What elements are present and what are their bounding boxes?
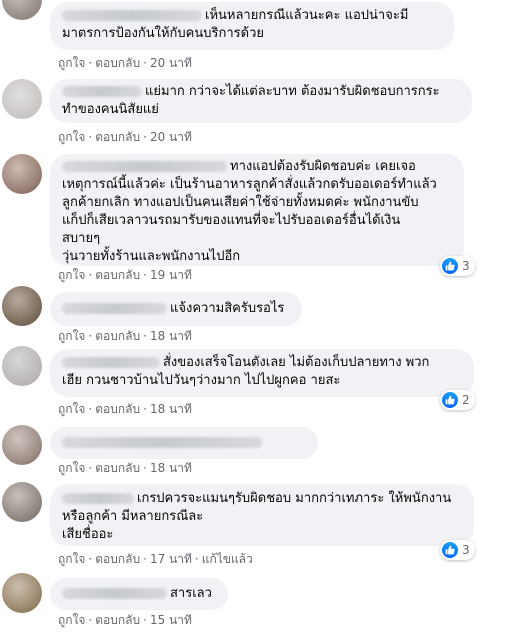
reply-button[interactable]: ตอบกลับ	[95, 461, 140, 475]
comment-text: เห็นหลายกรณีแล้วนะคะ แอปน่าจะมี	[205, 8, 409, 23]
comment-actions: ถูกใจ · ตอบกลับ · 15 นาที	[58, 613, 192, 627]
reply-button[interactable]: ตอบกลับ	[95, 329, 140, 343]
avatar[interactable]	[2, 425, 42, 465]
comment-time[interactable]: 18 นาที	[150, 402, 192, 416]
comment-time[interactable]: 20 นาที	[150, 130, 192, 144]
reply-button[interactable]: ตอบกลับ	[95, 268, 140, 282]
comment-text: วุ่นวายทั้งร้านและพนักงานไปอีก	[62, 249, 241, 264]
like-button[interactable]: ถูกใจ	[58, 130, 85, 144]
reply-button[interactable]: ตอบกลับ	[95, 552, 140, 566]
avatar[interactable]	[2, 482, 42, 522]
comment-text: แย่มาก กว่าจะได้แต่ละบาท ต้องมารับผิดชอบ…	[145, 84, 440, 99]
comment-text: มาตรการป้องกันให้กับคนบริการด้วย	[62, 26, 264, 41]
comment-time[interactable]: 18 นาที	[150, 329, 192, 343]
commenter-name[interactable]	[62, 588, 167, 599]
avatar[interactable]	[2, 286, 42, 326]
comment-actions: ถูกใจ · ตอบกลับ · 18 นาที	[58, 329, 192, 343]
avatar[interactable]	[2, 79, 42, 119]
avatar[interactable]	[2, 573, 42, 613]
comment-bubble: เกรปควรจะแมนๆรับผิดชอบ มากกว่าเทภาระ ให้…	[50, 484, 474, 546]
like-button[interactable]: ถูกใจ	[58, 268, 85, 282]
comment-text: เฮีย กวนชาวบ้านไปวันๆว่างมาก ไปไปผูกคอ า…	[62, 373, 341, 388]
comment-bubble: ทางแอปต้องรับผิดชอบค่ะ เคยเจอ เหตุการณ์น…	[50, 154, 464, 266]
comment-bubble: สั่งของเสร็จโอนตังเลย ไม่ต้องเก็บปลายทาง…	[50, 349, 474, 397]
comment-actions: ถูกใจ · ตอบกลับ · 18 นาที	[58, 461, 192, 475]
like-button[interactable]: ถูกใจ	[58, 402, 85, 416]
reply-button[interactable]: ตอบกลับ	[95, 613, 140, 627]
avatar[interactable]	[2, 0, 42, 20]
comment-text: แก็ปก็เสียเวลาวนรถมารับของแทนที่จะไปรับอ…	[62, 213, 401, 228]
reply-button[interactable]: ตอบกลับ	[95, 56, 140, 70]
reaction-number: 3	[462, 259, 470, 273]
reaction-count[interactable]: 3	[440, 540, 475, 560]
comment-text: เหตุการณ์นี้แล้วค่ะ เป็นร้านอาหารลูกค้าส…	[62, 177, 437, 192]
comment-actions: ถูกใจ · ตอบกลับ · 18 นาที	[58, 402, 192, 416]
like-button[interactable]: ถูกใจ	[58, 461, 85, 475]
like-button[interactable]: ถูกใจ	[58, 56, 85, 70]
like-button[interactable]: ถูกใจ	[58, 552, 85, 566]
reaction-count[interactable]: 2	[440, 390, 475, 410]
commenter-name[interactable]	[62, 437, 262, 448]
comment-text: ลูกค้ายกเลิก ทางแอปเป็นคนเสียค่าใช้จ่ายท…	[62, 195, 419, 210]
comment-bubble: แจ้งความสิครับรอไร	[50, 292, 302, 326]
commenter-name[interactable]	[62, 86, 142, 97]
comment-text: เกรปควรจะแมนๆรับผิดชอบ มากกว่าเทภาระ ให้…	[137, 491, 452, 506]
comment-bubble	[50, 427, 318, 459]
like-button[interactable]: ถูกใจ	[58, 613, 85, 627]
like-button[interactable]: ถูกใจ	[58, 329, 85, 343]
comment-time[interactable]: 17 นาที	[150, 552, 192, 566]
comment-text: สบายๆ	[62, 231, 101, 246]
reply-button[interactable]: ตอบกลับ	[95, 130, 140, 144]
like-reaction-icon	[442, 542, 458, 558]
comment-bubble: แย่มาก กว่าจะได้แต่ละบาท ต้องมารับผิดชอบ…	[50, 79, 472, 123]
comment-text: หรือลูกค้า มีหลายกรณีละ	[62, 509, 204, 524]
comment-text: แจ้งความสิครับรอไร	[170, 301, 285, 316]
commenter-name[interactable]	[62, 303, 167, 314]
avatar[interactable]	[2, 154, 42, 194]
comment-time[interactable]: 15 นาที	[150, 613, 192, 627]
comment-bubble: สารเลว	[50, 578, 228, 610]
comment-actions: ถูกใจ · ตอบกลับ · 17 นาที · แก้ไขแล้ว	[58, 552, 253, 566]
comment-text: ทางแอปต้องรับผิดชอบค่ะ เคยเจอ	[230, 159, 416, 174]
commenter-name[interactable]	[62, 357, 160, 368]
avatar[interactable]	[2, 346, 42, 386]
reply-button[interactable]: ตอบกลับ	[95, 402, 140, 416]
comment-text: สารเลว	[170, 586, 212, 601]
commenter-name[interactable]	[62, 161, 227, 172]
reaction-count[interactable]: 3	[440, 256, 475, 276]
comment-text: เสียชื่ออะ	[62, 527, 114, 542]
commenter-name[interactable]	[62, 493, 134, 504]
comment-text: ทำของคนนิสัยแย่	[62, 102, 159, 117]
comment-actions: ถูกใจ · ตอบกลับ · 20 นาที	[58, 56, 192, 70]
comment-bubble: เห็นหลายกรณีแล้วนะคะ แอปน่าจะมี มาตรการป…	[50, 2, 454, 50]
comment-actions: ถูกใจ · ตอบกลับ · 20 นาที	[58, 130, 192, 144]
reaction-number: 3	[462, 543, 470, 557]
comment-time[interactable]: 20 นาที	[150, 56, 192, 70]
edited-label[interactable]: แก้ไขแล้ว	[202, 552, 253, 566]
reaction-number: 2	[462, 393, 470, 407]
comment-time[interactable]: 19 นาที	[150, 268, 192, 282]
comment-time[interactable]: 18 นาที	[150, 461, 192, 475]
comment-text: สั่งของเสร็จโอนตังเลย ไม่ต้องเก็บปลายทาง…	[163, 355, 430, 370]
like-reaction-icon	[442, 258, 458, 274]
like-reaction-icon	[442, 392, 458, 408]
comment-actions: ถูกใจ · ตอบกลับ · 19 นาที	[58, 268, 192, 282]
commenter-name[interactable]	[62, 10, 202, 21]
